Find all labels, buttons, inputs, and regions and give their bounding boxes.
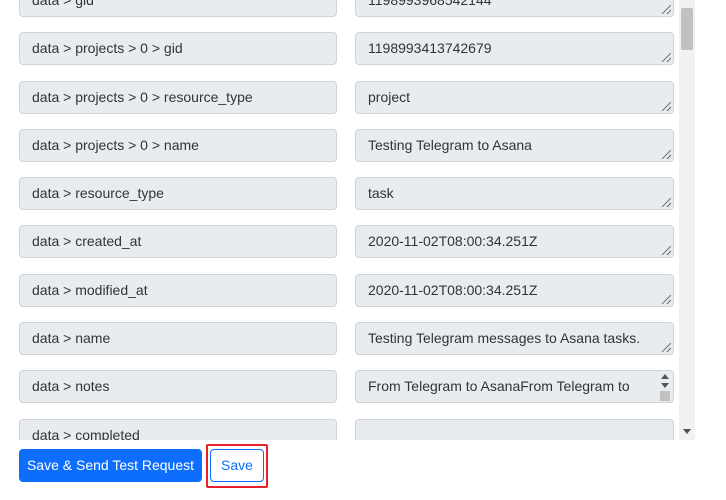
- field-key: data > projects > 0 > gid: [19, 32, 337, 66]
- field-value-text: From Telegram to AsanaFrom Telegram to: [368, 378, 630, 395]
- field-value-text: Testing Telegram messages to Asana tasks…: [368, 330, 641, 347]
- scrollbar-thumb[interactable]: [681, 8, 693, 50]
- field-value-text: 2020-11-02T08:00:34.251Z: [368, 233, 538, 250]
- field-key: data > completed: [19, 418, 337, 440]
- field-mapping-list[interactable]: data > gid 1198993968542144 data > proje…: [0, 0, 678, 440]
- resize-handle-icon[interactable]: [662, 149, 671, 159]
- field-row: data > modified_at 2020-11-02T08:00:34.2…: [0, 273, 678, 322]
- textarea-scrollbar[interactable]: [658, 372, 672, 402]
- field-row: data > notes From Telegram to AsanaFrom …: [0, 370, 678, 418]
- field-key: data > notes: [19, 370, 337, 404]
- field-value-textarea[interactable]: Testing Telegram messages to Asana tasks…: [355, 322, 674, 356]
- field-value-text: Testing Telegram to Asana: [368, 136, 532, 153]
- resize-handle-icon[interactable]: [662, 343, 671, 353]
- field-key: data > gid: [19, 0, 337, 17]
- field-value-text: task: [368, 185, 394, 202]
- field-value-textarea[interactable]: [355, 418, 674, 440]
- field-key: data > created_at: [19, 225, 337, 259]
- field-key: data > name: [19, 322, 337, 356]
- resize-handle-icon[interactable]: [662, 101, 671, 111]
- field-row: data > projects > 0 > name Testing Teleg…: [0, 128, 678, 177]
- field-value-textarea[interactable]: 2020-11-02T08:00:34.251Z: [355, 273, 674, 307]
- field-key: data > resource_type: [19, 177, 337, 211]
- scroll-down-icon[interactable]: [661, 383, 669, 389]
- field-value-textarea[interactable]: 1198993413742679: [355, 32, 674, 66]
- field-row: data > projects > 0 > resource_type proj…: [0, 80, 678, 129]
- save-and-send-test-request-button[interactable]: Save & Send Test Request: [19, 449, 202, 482]
- field-value-textarea[interactable]: task: [355, 177, 674, 211]
- field-key: data > modified_at: [19, 273, 337, 307]
- field-value-textarea[interactable]: From Telegram to AsanaFrom Telegram to: [355, 370, 674, 404]
- field-row: data > completed: [0, 418, 678, 440]
- field-row: data > gid 1198993968542144: [0, 0, 678, 32]
- field-row: data > resource_type task: [0, 177, 678, 225]
- scroll-down-arrow-icon[interactable]: [683, 429, 691, 434]
- resize-handle-icon[interactable]: [662, 198, 671, 208]
- field-value-textarea[interactable]: project: [355, 80, 674, 114]
- resize-handle-icon[interactable]: [662, 246, 671, 256]
- scroll-thumb[interactable]: [660, 391, 670, 402]
- field-value-textarea[interactable]: 2020-11-02T08:00:34.251Z: [355, 225, 674, 259]
- field-value-text: 1198993968542144: [368, 0, 492, 8]
- save-button[interactable]: Save: [210, 449, 264, 482]
- resize-handle-icon[interactable]: [662, 294, 671, 304]
- field-row: data > projects > 0 > gid 11989934137426…: [0, 32, 678, 80]
- field-value-text: 2020-11-02T08:00:34.251Z: [368, 281, 538, 298]
- field-row: data > name Testing Telegram messages to…: [0, 322, 678, 370]
- field-row: data > created_at 2020-11-02T08:00:34.25…: [0, 225, 678, 273]
- field-key: data > projects > 0 > name: [19, 128, 337, 162]
- scroll-up-icon[interactable]: [661, 374, 669, 380]
- page-scrollbar[interactable]: [679, 0, 695, 440]
- field-key: data > projects > 0 > resource_type: [19, 80, 337, 114]
- field-value-text: 1198993413742679: [368, 40, 492, 57]
- resize-handle-icon[interactable]: [662, 5, 671, 14]
- resize-handle-icon[interactable]: [662, 53, 671, 63]
- field-value-textarea[interactable]: 1198993968542144: [355, 0, 674, 17]
- field-value-text: project: [368, 88, 411, 105]
- field-value-textarea[interactable]: Testing Telegram to Asana: [355, 128, 674, 162]
